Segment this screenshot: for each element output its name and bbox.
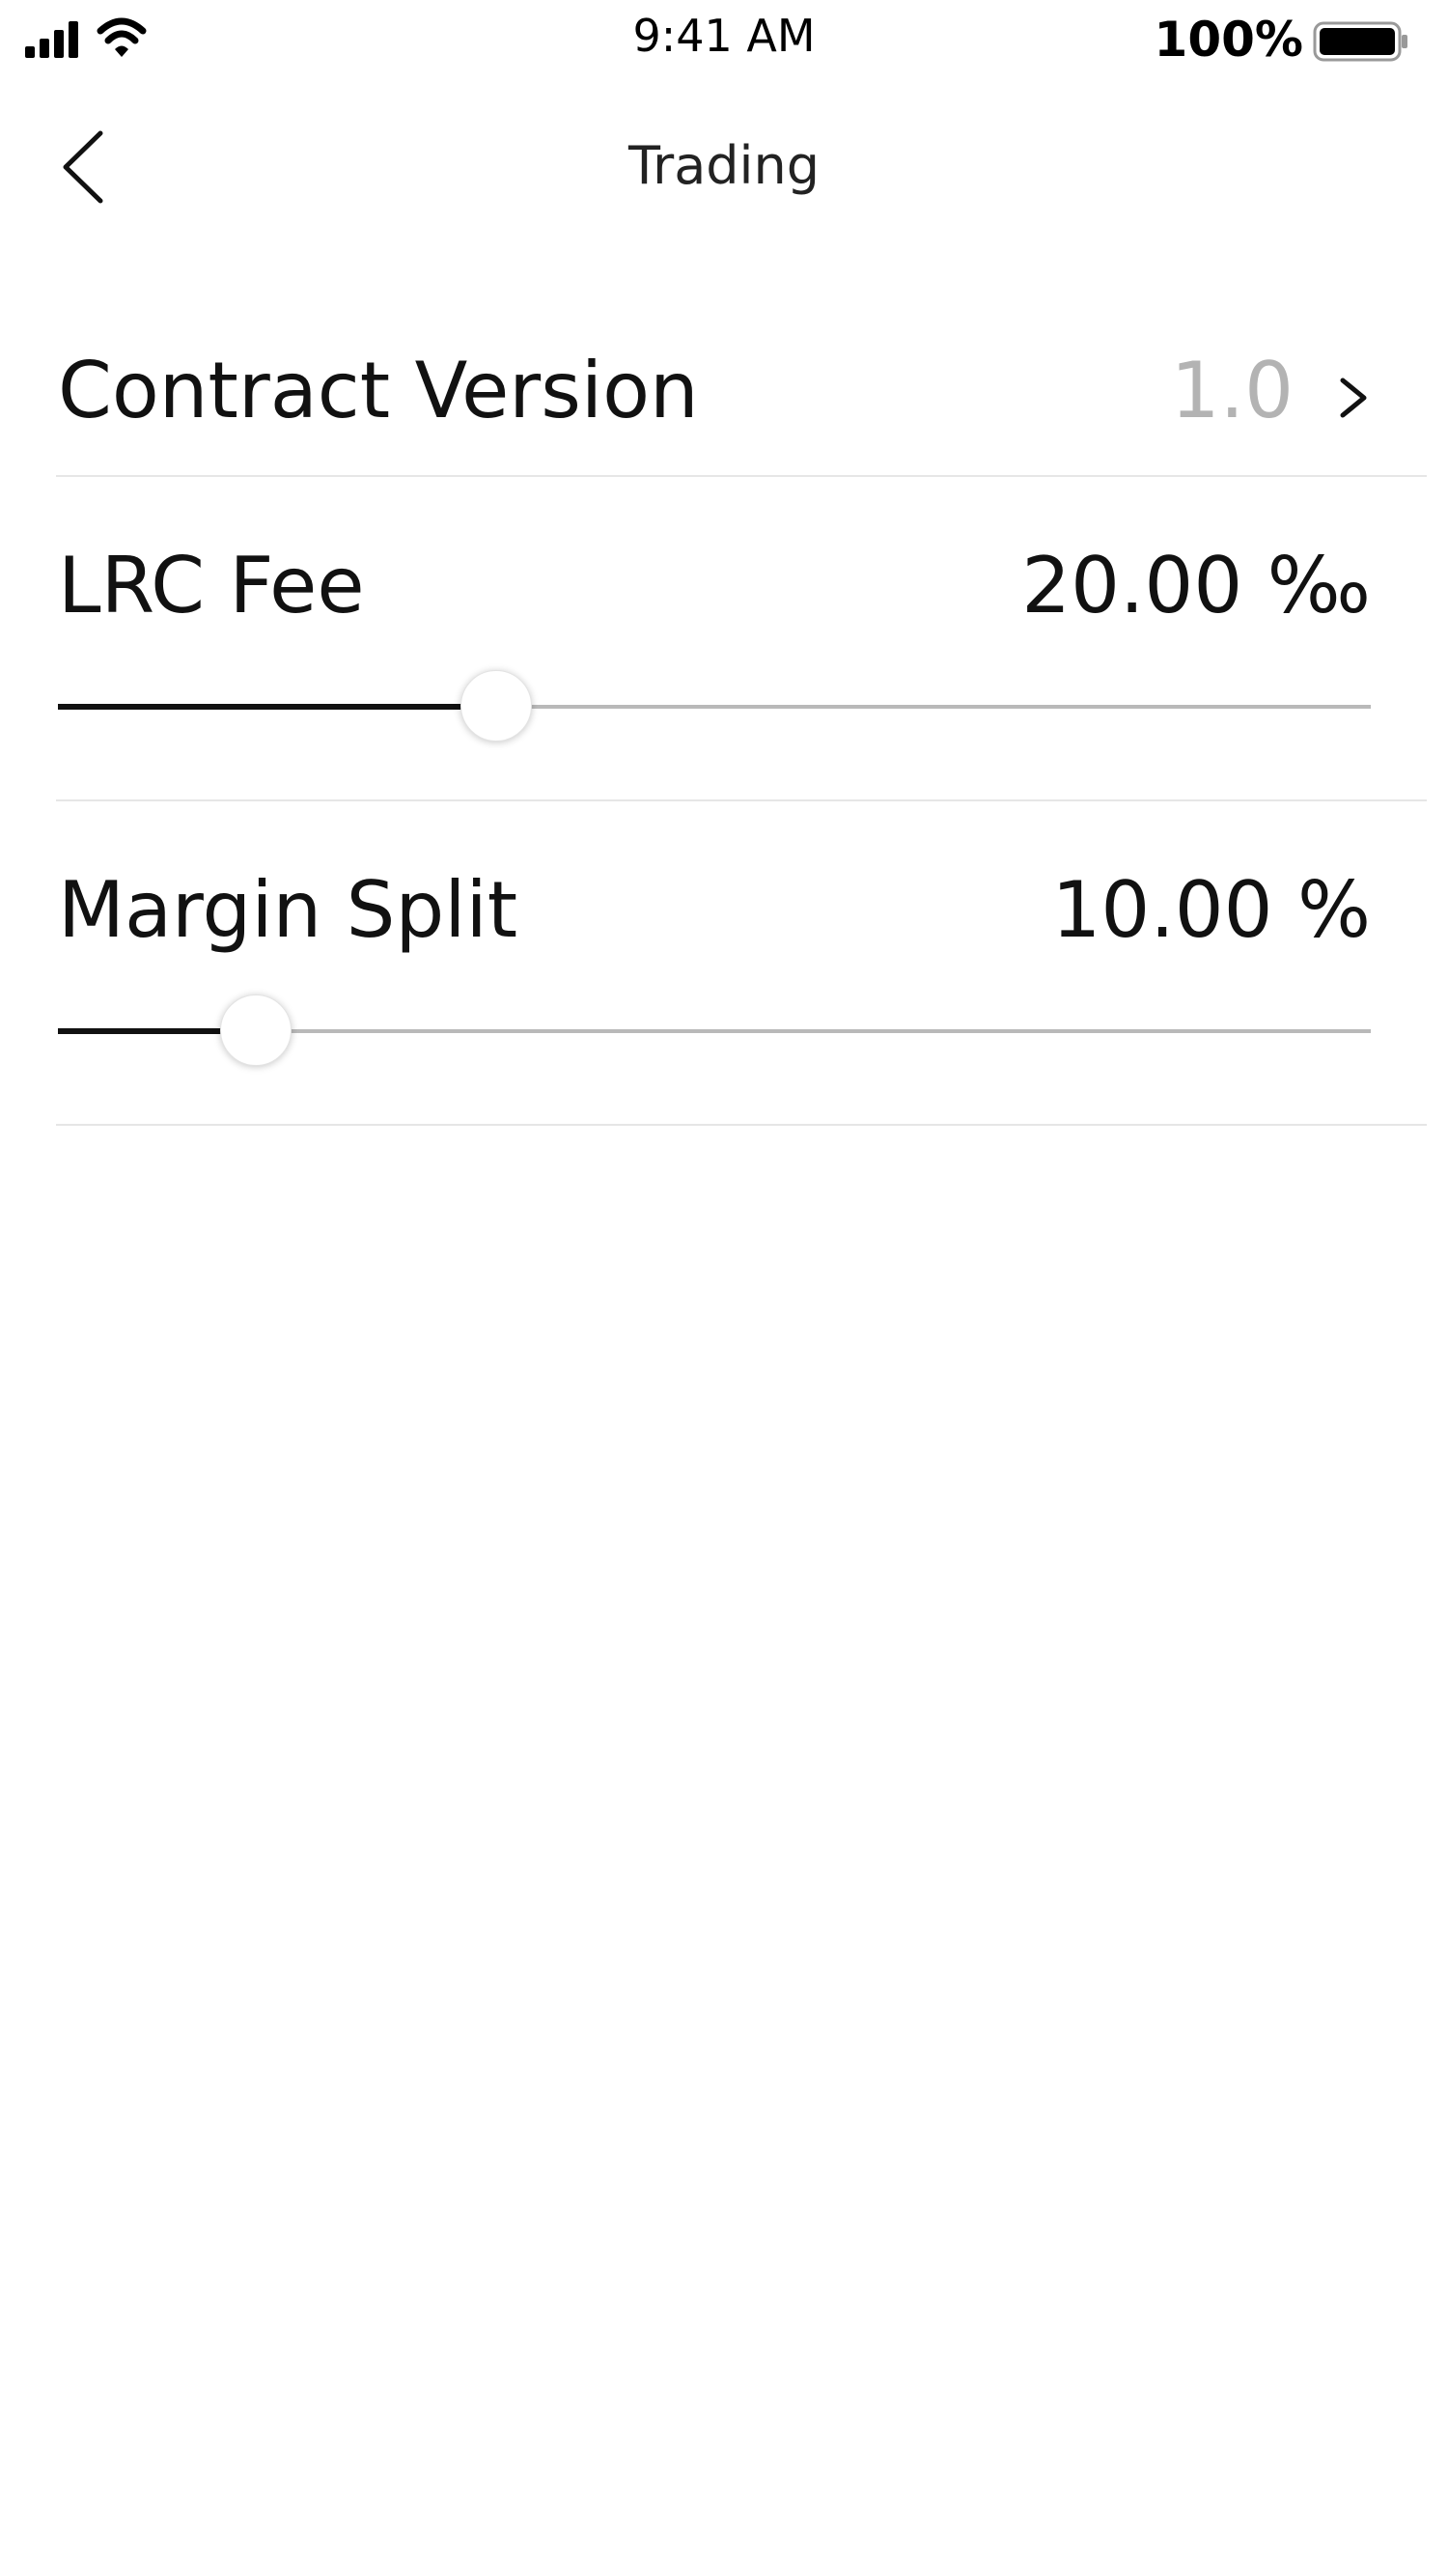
contract-version-label[interactable]: Contract Version: [58, 346, 699, 435]
battery-icon: [1313, 21, 1407, 62]
divider: [56, 475, 1427, 477]
divider: [56, 1124, 1427, 1126]
chevron-right-icon[interactable]: [1337, 377, 1370, 419]
divider: [56, 799, 1427, 801]
margin-split-value: 10.00 %: [1051, 865, 1371, 955]
lrc-fee-value: 20.00 ‰: [1021, 541, 1371, 630]
status-bar: 9:41 AM 100%: [0, 0, 1448, 77]
lrc-fee-label: LRC Fee: [58, 541, 365, 630]
margin-split-label: Margin Split: [58, 865, 518, 955]
slider-thumb[interactable]: [460, 670, 533, 742]
page-title: Trading: [627, 135, 821, 196]
slider-thumb[interactable]: [220, 994, 292, 1066]
margin-split-slider[interactable]: [58, 993, 1371, 1070]
slider-fill: [58, 704, 497, 710]
battery-percentage: 100%: [1154, 12, 1303, 68]
lrc-fee-slider[interactable]: [58, 668, 1371, 745]
contract-version-value[interactable]: 1.0: [1171, 346, 1294, 435]
